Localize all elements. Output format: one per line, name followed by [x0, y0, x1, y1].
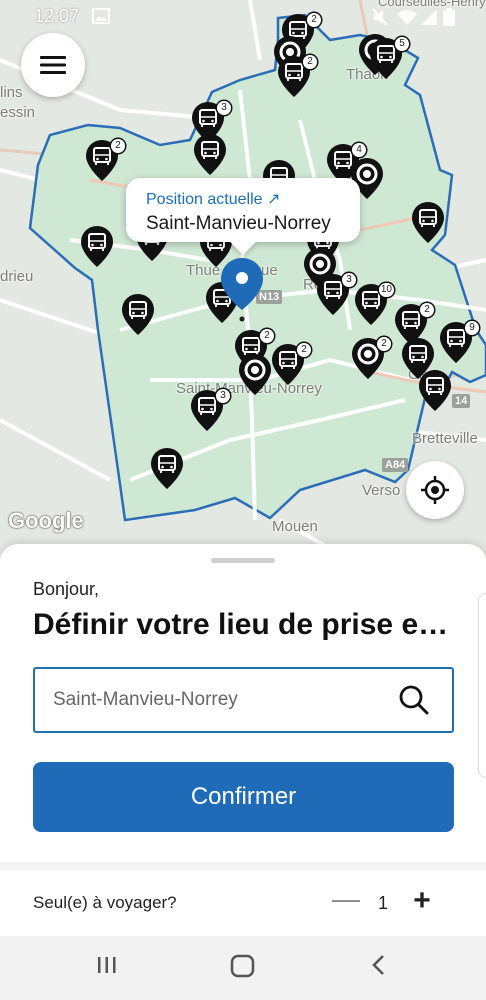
status-bar: 12:07: [0, 0, 486, 34]
home-icon[interactable]: [230, 954, 256, 983]
bus-stop-pin-icon[interactable]: 10: [354, 283, 394, 329]
map-label-bretteville: Bretteville: [412, 430, 478, 447]
stop-count-badge: 2: [420, 303, 434, 317]
map-label-mouen: Mouen: [272, 518, 318, 535]
crosshair-icon: [421, 476, 449, 504]
bus-stop-pin-icon[interactable]: 3: [316, 273, 356, 319]
stop-count-badge: 2: [260, 329, 274, 343]
current-location-pin-icon[interactable]: [219, 256, 265, 322]
stop-count-badge: 2: [297, 343, 311, 357]
passenger-stepper: — 1 +: [332, 885, 436, 916]
locate-me-button[interactable]: [406, 461, 464, 519]
map-label-lins: lins: [0, 84, 23, 101]
map-label-rieu: drieu: [0, 268, 34, 285]
bus-stop-pin-icon[interactable]: [411, 201, 451, 247]
search-icon[interactable]: [398, 684, 430, 721]
tooltip-place-name: Saint-Manvieu-Norrey: [146, 213, 331, 234]
road-badge-a84: A84: [382, 458, 409, 472]
back-icon[interactable]: [370, 954, 388, 981]
decrement-button[interactable]: —: [332, 885, 360, 916]
stop-count-badge: 9: [465, 321, 479, 335]
bus-stop-pin-icon[interactable]: [150, 447, 190, 493]
bus-stop-pin-icon[interactable]: 2: [277, 55, 317, 101]
sheet-title: Définir votre lieu de prise e…: [33, 608, 449, 641]
stop-count-badge: 2: [377, 337, 391, 351]
stop-count-badge: 3: [217, 101, 231, 115]
stop-count-badge: 2: [303, 55, 317, 69]
battery-icon: [443, 8, 455, 31]
passenger-count: 1: [377, 893, 388, 913]
hamburger-icon: [40, 56, 66, 74]
wifi-icon: [396, 8, 418, 31]
increment-button[interactable]: +: [408, 886, 436, 916]
pickup-search-box[interactable]: [33, 667, 454, 733]
stop-count-badge: 5: [395, 37, 409, 51]
google-logo: Google: [8, 508, 84, 533]
greeting-text: Bonjour,: [33, 579, 100, 599]
confirm-button[interactable]: Confirmer: [33, 762, 454, 832]
divider: [0, 862, 486, 870]
stop-count-badge: 4: [352, 143, 366, 157]
bus-stop-pin-icon[interactable]: 2: [85, 139, 125, 185]
mute-icon: [372, 8, 388, 31]
status-time: 12:07: [34, 6, 80, 26]
stop-point-marker[interactable]: 2: [351, 337, 391, 383]
stop-count-badge: 10: [378, 283, 394, 297]
bottom-sheet: Bonjour, Définir votre lieu de prise e… …: [0, 544, 486, 936]
map-label-verso: Verso: [362, 482, 401, 499]
menu-button[interactable]: [21, 33, 85, 97]
signal-icon: [420, 8, 438, 31]
stop-count-badge: 3: [216, 389, 230, 403]
bus-stop-pin-icon[interactable]: [418, 369, 458, 415]
bus-stop-pin-icon[interactable]: [80, 225, 120, 271]
current-position-tooltip[interactable]: Position actuelle ↗ Saint-Manvieu-Norrey: [126, 178, 360, 242]
map-label-essin: essin: [0, 104, 36, 121]
gallery-icon: [92, 8, 110, 29]
side-panel-peek: [478, 593, 486, 778]
recent-apps-icon[interactable]: [96, 954, 118, 981]
bus-stop-pin-icon[interactable]: 2: [271, 343, 311, 389]
pickup-search-input[interactable]: [53, 669, 383, 731]
app-screen: Courseulles-Henry lins essin Thaon drieu…: [0, 0, 486, 1000]
bus-stop-pin-icon[interactable]: [121, 293, 161, 339]
system-navigation-bar: [0, 936, 486, 1000]
stop-count-badge: 2: [111, 139, 125, 153]
bus-stop-pin-icon[interactable]: 9: [439, 321, 479, 367]
solo-travel-label: Seul(e) à voyager?: [33, 893, 177, 912]
tooltip-caption[interactable]: Position actuelle ↗: [146, 189, 360, 209]
bus-stop-pin-icon[interactable]: 3: [190, 389, 230, 435]
bus-stop-pin-icon[interactable]: [193, 133, 233, 179]
bus-stop-pin-icon[interactable]: 5: [369, 37, 409, 83]
sheet-drag-handle[interactable]: [211, 558, 275, 563]
